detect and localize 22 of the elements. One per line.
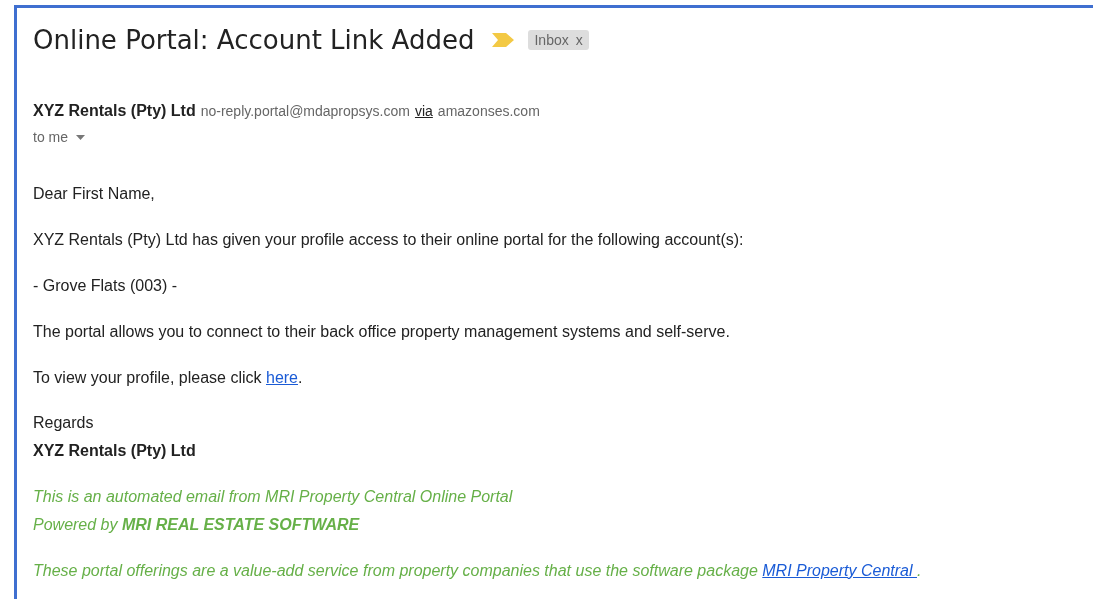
body-paragraph: To view your profile, please click here. [33,368,304,388]
mri-property-central-link[interactable]: MRI Property Central [762,562,917,579]
sender-email: no-reply.portal@mdapropsys.com [200,103,410,119]
remove-label-button[interactable]: x [575,32,583,48]
body-paragraph: XYZ Rentals (Pty) Ltd has given your profile access to their online portal for the following account(s): [33,230,745,250]
recipient-text: to me [33,129,68,145]
closing-text: Regards [33,413,95,433]
body-paragraph: - Grove Flats (003) - [33,276,179,296]
via-link[interactable]: via [414,103,433,119]
footer-note: These portal offerings are a value-add service from property companies that use the software package MRI Property Central . [33,561,923,581]
signature-text: XYZ Rentals (Pty) Ltd [33,441,197,461]
email-subject: Online Portal: Account Link Added [33,25,475,55]
sender-domain: amazonses.com [437,103,540,119]
body-paragraph: Dear First Name, [33,184,156,204]
sender-name: XYZ Rentals (Pty) Ltd [33,102,196,120]
body-paragraph: The portal allows you to connect to their back office property management systems and self-serve. [33,322,731,342]
footer-text: This is an automated email from MRI Property Central Online Portal [33,487,514,507]
inbox-label: Inbox x [528,30,589,50]
dropdown-icon[interactable] [76,134,85,140]
importance-marker-icon[interactable] [492,33,515,47]
powered-by-text: Powered by MRI REAL ESTATE SOFTWARE [33,515,361,535]
profile-link[interactable]: here [266,369,298,386]
